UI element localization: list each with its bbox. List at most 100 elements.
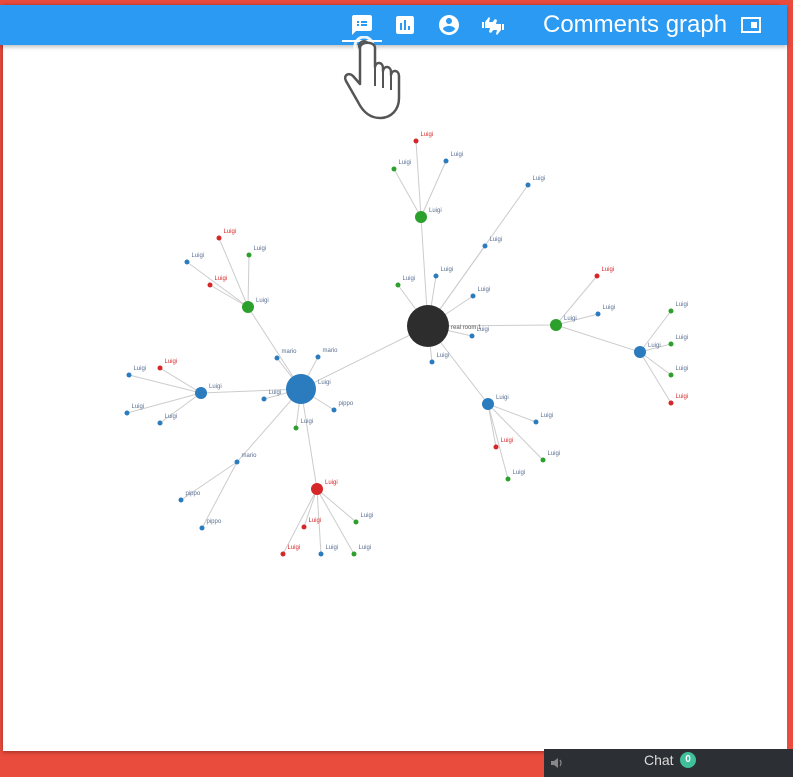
- graph-node[interactable]: [525, 182, 531, 188]
- graph-node-label: Luigi: [192, 253, 205, 259]
- graph-edge: [639, 351, 672, 404]
- graph-node-label: Luigi: [533, 176, 546, 182]
- thumbs-icon[interactable]: [481, 13, 505, 37]
- graph-node[interactable]: [668, 400, 674, 406]
- graph-node-label: Luigi: [326, 545, 339, 551]
- graph-node[interactable]: [351, 551, 357, 557]
- graph-node-label: Luigi: [676, 366, 689, 372]
- graph-node[interactable]: [315, 354, 321, 360]
- graph-node[interactable]: [318, 551, 324, 557]
- graph-node[interactable]: [280, 551, 286, 557]
- graph-node[interactable]: [415, 211, 427, 223]
- graph-node[interactable]: [413, 138, 419, 144]
- graph-node-label: Luigi: [451, 152, 464, 158]
- graph-edge: [555, 313, 599, 326]
- graph-node-label: Luigi: [478, 287, 491, 293]
- graph-node[interactable]: [216, 235, 222, 241]
- graph-node-label: Luigi: [429, 208, 442, 214]
- graph-node[interactable]: [199, 525, 205, 531]
- graph-node-label: mario: [282, 349, 298, 355]
- graph-node[interactable]: [540, 457, 546, 463]
- graph-node[interactable]: [407, 305, 449, 347]
- graph-node-label: Luigi: [224, 229, 237, 235]
- graph-node-label: Luigi: [477, 327, 490, 333]
- graph-node-label: Luigi: [318, 380, 331, 386]
- graph-node[interactable]: [178, 497, 184, 503]
- graph-node[interactable]: [668, 341, 674, 347]
- graph-node-label: Luigi: [309, 518, 322, 524]
- graph-node-label: Luigi: [254, 246, 267, 252]
- graph-edge: [247, 254, 250, 308]
- graph-node-label: Luigi: [359, 545, 372, 551]
- graph-node[interactable]: [261, 396, 267, 402]
- page-title: Comments graph: [543, 11, 728, 38]
- graph-node[interactable]: [493, 444, 499, 450]
- graph-node[interactable]: [311, 483, 323, 495]
- graph-node[interactable]: [482, 243, 488, 249]
- graph-node-label: Luigi: [564, 316, 577, 322]
- graph-node[interactable]: [668, 372, 674, 378]
- graph-node[interactable]: [550, 319, 562, 331]
- graph-node[interactable]: [157, 365, 163, 371]
- graph-node-label: Luigi: [325, 480, 338, 486]
- graph-node[interactable]: [234, 459, 240, 465]
- graph-node[interactable]: [443, 158, 449, 164]
- graph-node-label: Luigi: [676, 335, 689, 341]
- graph-node[interactable]: [395, 282, 401, 288]
- graph-node-label: Luigi: [269, 390, 282, 396]
- graph-node[interactable]: [634, 346, 646, 358]
- graph-node[interactable]: [470, 293, 476, 299]
- window-icon[interactable]: [741, 15, 761, 35]
- graph-node[interactable]: [353, 519, 359, 525]
- graph-edge: [415, 140, 422, 218]
- graph-edge: [316, 488, 357, 523]
- graph-node[interactable]: [595, 311, 601, 317]
- graph-node-label: Luigi: [421, 132, 434, 138]
- graph-node-label: Luigi: [676, 394, 689, 400]
- graph-node[interactable]: [594, 273, 600, 279]
- graph-node-label: Luigi: [288, 545, 301, 551]
- graph-node[interactable]: [207, 282, 213, 288]
- graph-node[interactable]: [157, 420, 163, 426]
- graph-node[interactable]: [184, 259, 190, 265]
- graph-node-label: pippo: [186, 491, 201, 497]
- graph-node[interactable]: [293, 425, 299, 431]
- graph-node-label: Luigi: [603, 305, 616, 311]
- graph-node[interactable]: [195, 387, 207, 399]
- graph-node-label: Luigi: [256, 298, 269, 304]
- graph-node-label: Luigi: [134, 366, 147, 372]
- account-icon[interactable]: [437, 13, 461, 37]
- graph-node-label: Luigi: [548, 451, 561, 457]
- graph-node[interactable]: [429, 359, 435, 365]
- graph-node[interactable]: [246, 252, 252, 258]
- graph-node[interactable]: [533, 419, 539, 425]
- speaker-icon[interactable]: [550, 756, 564, 770]
- comments-graph[interactable]: real room 1LuigiLuigiLuigiLuigiLuigiLuig…: [0, 0, 793, 777]
- graph-node[interactable]: [433, 273, 439, 279]
- graph-node[interactable]: [391, 166, 397, 172]
- graph-node[interactable]: [301, 524, 307, 530]
- graph-node-label: Luigi: [132, 404, 145, 410]
- graph-node[interactable]: [242, 301, 254, 313]
- graph-node[interactable]: [286, 374, 316, 404]
- graph-node[interactable]: [482, 398, 494, 410]
- graph-node-label: Luigi: [602, 267, 615, 273]
- bar-chart-icon[interactable]: [393, 13, 417, 37]
- graph-node-label: Luigi: [215, 276, 228, 282]
- graph-edge: [159, 367, 202, 394]
- active-tab-indicator: [342, 40, 382, 42]
- graph-node[interactable]: [126, 372, 132, 378]
- page-background-strip: [0, 766, 544, 777]
- chat-label[interactable]: Chat: [644, 752, 674, 768]
- graph-node[interactable]: [668, 308, 674, 314]
- graph-node[interactable]: [274, 355, 280, 361]
- graph-node[interactable]: [124, 410, 130, 416]
- graph-node-label: pippo: [207, 519, 222, 525]
- graph-node-label: Luigi: [513, 470, 526, 476]
- graph-edge: [126, 392, 202, 414]
- comments-list-icon[interactable]: [350, 13, 374, 37]
- graph-node-label: Luigi: [361, 513, 374, 519]
- graph-node[interactable]: [505, 476, 511, 482]
- graph-node[interactable]: [469, 333, 475, 339]
- graph-node[interactable]: [331, 407, 337, 413]
